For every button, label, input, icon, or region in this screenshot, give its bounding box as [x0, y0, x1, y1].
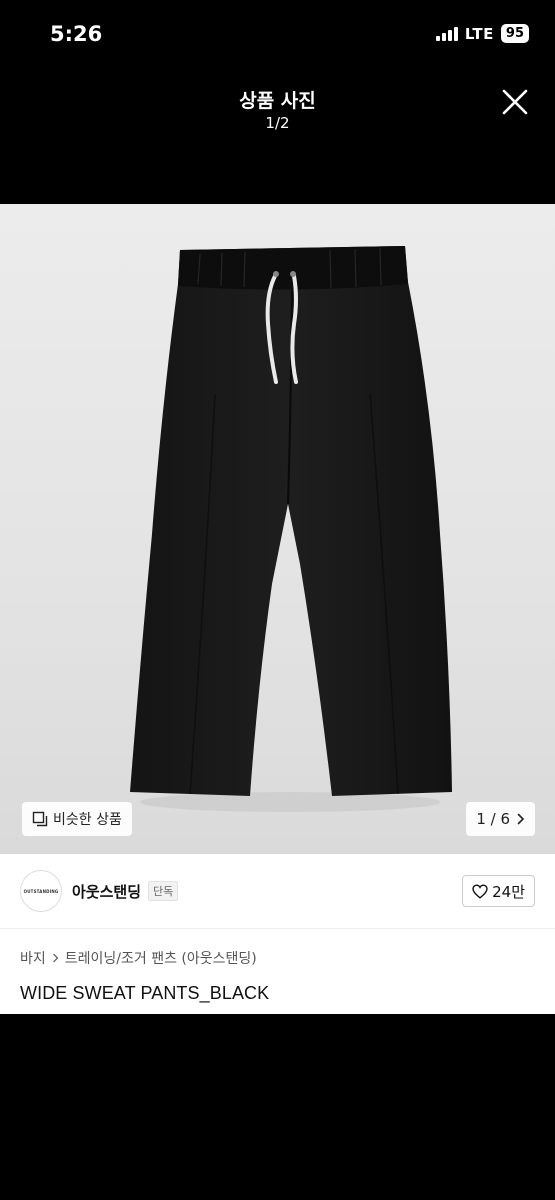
product-image — [130, 246, 452, 812]
breadcrumb-item[interactable]: 트레이닝/조거 팬츠 (아웃스탠딩) — [65, 948, 257, 968]
battery-icon: 95 — [500, 24, 529, 43]
product-title: WIDE SWEAT PANTS_BLACK — [20, 983, 270, 1003]
photo-counter: 1/2 — [265, 114, 290, 132]
chevron-right-icon — [52, 953, 59, 963]
like-count: 24만 — [492, 882, 525, 901]
brand-row: OUTSTANDING 아웃스탠딩 단독 24만 — [20, 870, 535, 912]
close-icon — [502, 89, 528, 115]
divider — [0, 928, 555, 929]
close-button[interactable] — [501, 88, 529, 116]
signal-icon — [435, 26, 458, 41]
copy-icon — [32, 811, 48, 827]
similar-products-label: 비슷한 상품 — [53, 812, 122, 828]
status-bar: 5:26 LTE 95 — [0, 0, 555, 70]
product-info-panel: OUTSTANDING 아웃스탠딩 단독 24만 바지 트레이닝/조거 팬츠 (… — [0, 854, 555, 1014]
brand-logo-text: OUTSTANDING — [23, 888, 59, 894]
exclusive-badge: 단독 — [148, 881, 179, 901]
brand-name[interactable]: 아웃스탠딩 — [72, 881, 141, 902]
similar-products-button[interactable]: 비슷한 상품 — [22, 802, 132, 836]
image-page-indicator[interactable]: 1 / 6 — [466, 802, 535, 836]
network-type: LTE — [464, 24, 494, 43]
brand-logo[interactable]: OUTSTANDING — [20, 870, 62, 912]
breadcrumb-item[interactable]: 바지 — [20, 948, 46, 968]
like-button[interactable]: 24만 — [462, 875, 535, 907]
page-title: 상품 사진 — [239, 90, 316, 112]
page-indicator-label: 1 / 6 — [476, 810, 510, 828]
product-photo[interactable]: 비슷한 상품 1 / 6 — [0, 204, 555, 854]
viewer-header: 상품 사진 1/2 — [0, 80, 555, 150]
status-time: 5:26 — [50, 22, 103, 46]
status-indicators: LTE 95 — [435, 24, 529, 43]
breadcrumb: 바지 트레이닝/조거 팬츠 (아웃스탠딩) — [20, 948, 257, 968]
chevron-right-icon — [517, 813, 525, 825]
heart-icon — [472, 883, 488, 899]
